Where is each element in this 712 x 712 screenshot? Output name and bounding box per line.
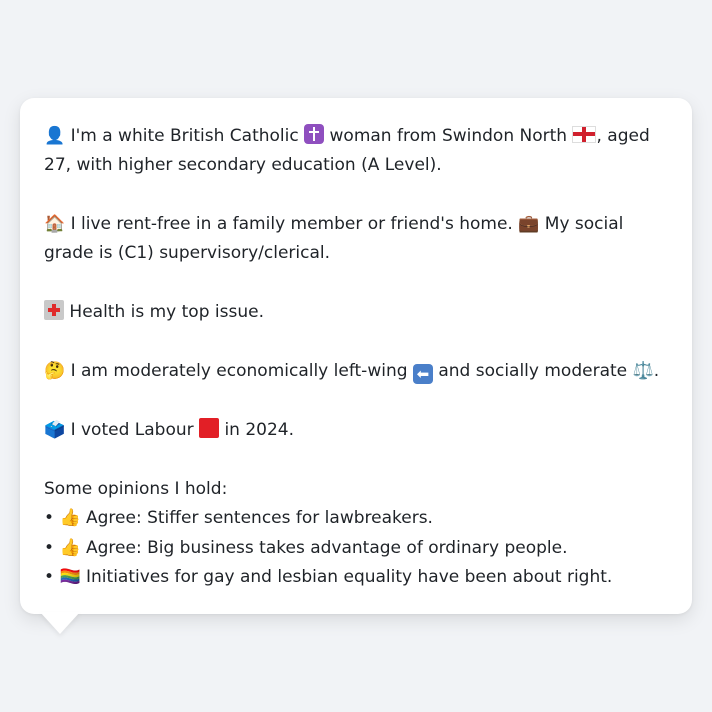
bullet: • bbox=[44, 508, 55, 528]
housing-text: I live rent-free in a family member or f… bbox=[70, 214, 513, 234]
briefcase-icon: 💼 bbox=[518, 214, 540, 234]
ideology-paragraph: 🤔 I am moderately economically left-wing… bbox=[44, 357, 668, 386]
thinking-face-icon: 🤔 bbox=[44, 361, 66, 381]
top-issue-text: Health is my top issue. bbox=[69, 302, 264, 322]
person-silhouette-icon: 👤 bbox=[44, 126, 66, 146]
social-text: and socially moderate bbox=[438, 361, 628, 381]
opinion-text: Agree: Big business takes advantage of o… bbox=[86, 537, 568, 558]
identity-text: I'm a white British Catholic bbox=[70, 126, 299, 146]
balance-scale-icon: ⚖️ bbox=[632, 361, 654, 381]
opinion-text: Agree: Stiffer sentences for lawbreakers… bbox=[86, 508, 433, 528]
vote-year-text: in 2024. bbox=[224, 420, 295, 440]
persona-message-bubble: 👤 I'm a white British Catholic woman fro… bbox=[20, 98, 692, 614]
thumbs-up-icon: 👍 bbox=[59, 537, 81, 558]
opinions-heading: Some opinions I hold: bbox=[44, 479, 228, 499]
location-text: woman from Swindon North bbox=[329, 126, 568, 146]
thumbs-up-icon: 👍 bbox=[59, 508, 81, 528]
house-icon: 🏠 bbox=[44, 214, 66, 234]
england-flag-icon bbox=[572, 126, 597, 143]
list-item: • 🏳️‍🌈 Initiatives for gay and lesbian e… bbox=[44, 563, 668, 593]
ideology-period: . bbox=[653, 361, 660, 381]
opinion-text: Initiatives for gay and lesbian equality… bbox=[86, 567, 613, 587]
rainbow-flag-icon: 🏳️‍🌈 bbox=[59, 567, 81, 587]
identity-paragraph: 👤 I'm a white British Catholic woman fro… bbox=[44, 122, 668, 180]
economic-text: I am moderately economically left-wing bbox=[70, 361, 408, 381]
vote-text: I voted Labour bbox=[70, 420, 194, 440]
bubble-tail bbox=[40, 612, 80, 634]
bullet: • bbox=[44, 537, 55, 558]
ballot-box-icon: 🗳️ bbox=[44, 420, 66, 440]
left-arrow-icon: ⬅ bbox=[412, 364, 433, 384]
red-square-icon bbox=[199, 418, 220, 438]
list-item: • 👍 Agree: Big business takes advantage … bbox=[44, 534, 668, 564]
list-item: • 👍 Agree: Stiffer sentences for lawbrea… bbox=[44, 504, 668, 534]
hospital-icon bbox=[44, 300, 64, 320]
top-issue-paragraph: Health is my top issue. bbox=[44, 298, 668, 327]
latin-cross-icon bbox=[304, 124, 325, 144]
bullet: • bbox=[44, 567, 55, 587]
housing-paragraph: 🏠 I live rent-free in a family member or… bbox=[44, 210, 668, 268]
vote-paragraph: 🗳️ I voted Labour in 2024. bbox=[44, 416, 668, 445]
